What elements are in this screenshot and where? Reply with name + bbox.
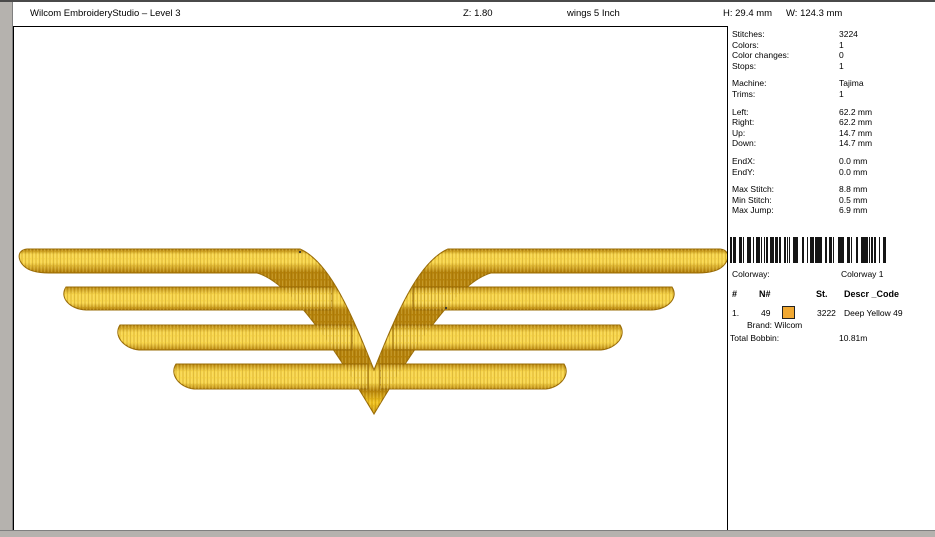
stat-label: Max Jump: [732, 205, 774, 216]
wings-embroidery-design[interactable] [14, 27, 727, 530]
stat-value: 0.0 mm [839, 166, 868, 177]
stat-label: Max Stitch: [732, 184, 775, 195]
stat-label: Stops: [732, 60, 757, 71]
wings-stitch-texture [19, 249, 727, 414]
stat-value: 62.2 mm [839, 117, 873, 128]
stat-label: Left: [732, 106, 749, 117]
stats-group-endpoint: EndX: 0.0 mm EndY: 0.0 mm [728, 156, 935, 177]
colorway-label: Colorway: [732, 269, 770, 279]
title-bar: Wilcom EmbroideryStudio – Level 3 Z: 1.8… [13, 2, 935, 27]
stat-row: Left: 62.2 mm [728, 107, 935, 118]
stat-label: Colors: [732, 39, 759, 50]
stat-value: 6.9 mm [839, 205, 868, 216]
stat-label: Trims: [732, 88, 756, 99]
thread-needle: 49 [761, 308, 771, 318]
stat-value: 1 [839, 39, 844, 50]
stat-label: Down: [732, 138, 757, 149]
stat-value: 14.7 mm [839, 127, 873, 138]
col-header-number: # [732, 289, 738, 299]
stat-row: Trims: 1 [728, 89, 935, 100]
stat-row: Down: 14.7 mm [728, 138, 935, 149]
stray-stitch-dot [444, 306, 448, 310]
stat-value: 1 [839, 88, 844, 99]
status-design-name: wings 5 Inch [567, 8, 620, 19]
stat-value: 0 [839, 50, 844, 61]
col-header-stitches: St. [816, 289, 828, 299]
stat-value: 8.8 mm [839, 184, 868, 195]
stats-group-counts: Stitches: 3224 Colors: 1 Color changes: … [728, 29, 935, 71]
thread-number: 1. [732, 308, 740, 318]
stat-label: Min Stitch: [732, 194, 772, 205]
stat-value: 14.7 mm [839, 138, 873, 149]
stat-label: Machine: [732, 78, 767, 89]
status-design-height: H: 29.4 mm [723, 8, 773, 19]
thread-row: 1. 49 3222 Deep Yellow 49 [728, 306, 935, 319]
stat-row: Right: 62.2 mm [728, 117, 935, 128]
stats-group-extents: Left: 62.2 mm Right: 62.2 mm Up: 14.7 mm… [728, 107, 935, 149]
status-design-width: W: 124.3 mm [786, 8, 843, 19]
thread-description: Deep Yellow 49 [844, 308, 903, 318]
status-zoom-level: Z: 1.80 [463, 8, 493, 19]
stat-row: Stops: 1 [728, 61, 935, 72]
stat-row: Stitches: 3224 [728, 29, 935, 40]
total-bobbin-row: Total Bobbin: 10.81m [728, 333, 935, 344]
thread-color-swatch [782, 306, 795, 319]
stat-row: EndX: 0.0 mm [728, 156, 935, 167]
stat-label: EndX: [732, 155, 756, 166]
stat-label: Stitches: [732, 29, 765, 39]
stat-label: Up: [732, 127, 746, 138]
design-info-panel: Stitches: 3224 Colors: 1 Color changes: … [727, 26, 935, 530]
stat-value: 1 [839, 60, 844, 71]
design-barcode [730, 237, 886, 263]
stats-group-stitch-limits: Max Stitch: 8.8 mm Min Stitch: 0.5 mm Ma… [728, 184, 935, 216]
stat-value: 62.2 mm [839, 106, 873, 117]
stat-label: EndY: [732, 166, 755, 177]
stat-row: Colors: 1 [728, 40, 935, 51]
stat-row: Machine: Tajima [728, 78, 935, 89]
left-gutter [0, 2, 13, 536]
colorway-row: Colorway: Colorway 1 [728, 269, 935, 280]
stray-stitch-dot [298, 250, 302, 254]
stats-group-machine: Machine: Tajima Trims: 1 [728, 78, 935, 99]
stat-label: Color changes: [732, 50, 790, 61]
stat-row: Min Stitch: 0.5 mm [728, 195, 935, 206]
thread-table-header: # N# St. Descr _Code [728, 289, 935, 300]
stat-value: Tajima [839, 78, 864, 89]
total-bobbin-label: Total Bobbin: [730, 333, 780, 343]
window-title: Wilcom EmbroideryStudio – Level 3 [30, 8, 181, 19]
thread-stitch-count: 3222 [817, 308, 836, 318]
total-bobbin-value: 10.81m [839, 333, 868, 343]
stat-row: Color changes: 0 [728, 50, 935, 61]
stat-row: EndY: 0.0 mm [728, 167, 935, 178]
stat-label: Right: [732, 117, 755, 128]
stat-value: 0.5 mm [839, 194, 868, 205]
thread-brand: Brand: Wilcom [747, 320, 803, 330]
design-canvas[interactable] [14, 27, 727, 530]
stat-value: 3224 [839, 29, 858, 39]
stat-row: Max Jump: 6.9 mm [728, 205, 935, 216]
col-header-description: Descr _Code [844, 289, 900, 299]
stat-row: Up: 14.7 mm [728, 128, 935, 139]
colorway-value: Colorway 1 [841, 269, 884, 279]
stat-row: Max Stitch: 8.8 mm [728, 184, 935, 195]
col-header-needle: N# [759, 289, 771, 299]
stat-value: 0.0 mm [839, 155, 868, 166]
